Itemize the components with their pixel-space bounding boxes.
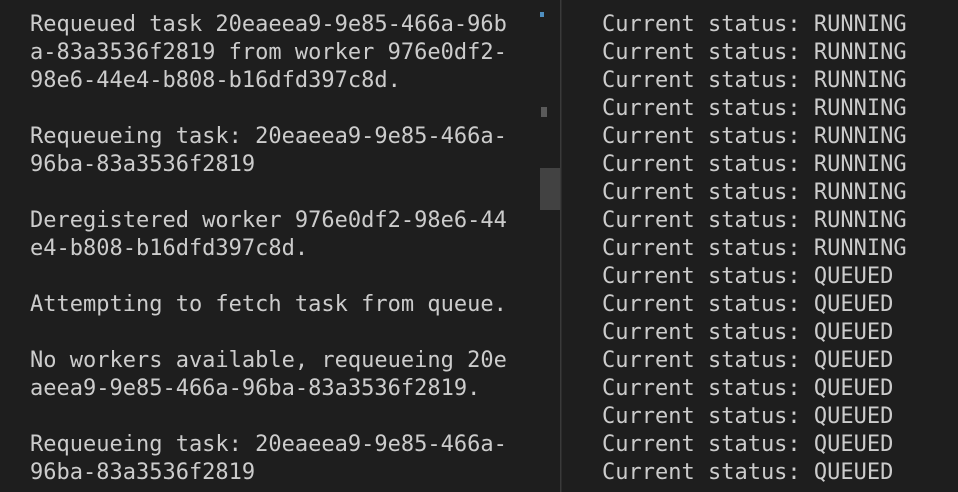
status-line: Current status: QUEUED [602,348,894,373]
scrollbar-thumb[interactable] [540,168,560,210]
left-terminal-pane[interactable]: Requeued task 20eaeea9-9e85-466a-96b a-83… [0,0,560,492]
status-line: Current status: QUEUED [602,264,894,289]
right-terminal-pane[interactable]: Current status: RUNNING Current status: R… [562,0,958,492]
status-line: Current status: QUEUED [602,404,894,429]
left-terminal-output: Requeued task 20eaeea9-9e85-466a-96b a-83… [30,11,507,487]
left-terminal-scrollbar[interactable] [540,0,560,492]
terminal-line: No workers available, requeueing 20e [30,348,507,373]
terminal-line: Deregistered worker 976e0df2-98e6-44 [30,208,507,233]
status-line: Current status: RUNNING [602,12,907,37]
status-line: Current status: RUNNING [602,40,907,65]
status-line: Current status: QUEUED [602,460,894,485]
status-line: Current status: RUNNING [602,180,907,205]
terminal-line: Requeueing task: 20eaeea9-9e85-466a- [30,124,507,149]
terminal-line: aeea9-9e85-466a-96ba-83a3536f2819. [30,376,481,401]
terminal-line: 98e6-44e4-b808-b16dfd397c8d. [30,68,401,93]
status-line: Current status: RUNNING [602,124,907,149]
terminal-line: 96ba-83a3536f2819 [30,152,256,177]
status-line: Current status: QUEUED [602,376,894,401]
status-line: Current status: RUNNING [602,152,907,177]
status-line: Current status: RUNNING [602,68,907,93]
terminal-line: Requeueing task: 20eaeea9-9e85-466a- [30,432,507,457]
terminal-line: a-83a3536f2819 from worker 976e0df2- [30,40,507,65]
terminal-workspace: Requeued task 20eaeea9-9e85-466a-96b a-83… [0,0,958,492]
status-line: Current status: QUEUED [602,292,894,317]
status-line: Current status: RUNNING [602,96,907,121]
terminal-line: e4-b808-b16dfd397c8d. [30,236,309,261]
terminal-line: Requeued task 20eaeea9-9e85-466a-96b [30,12,507,37]
status-line: Current status: RUNNING [602,236,907,261]
terminal-line: 96ba-83a3536f2819 [30,460,256,485]
status-line: Current status: QUEUED [602,320,894,345]
right-terminal-output: Current status: RUNNING Current status: R… [602,11,907,487]
status-line: Current status: QUEUED [602,432,894,457]
scrollbar-overview-mark [541,107,547,117]
terminal-line: Attempting to fetch task from queue. [30,292,507,317]
status-line: Current status: RUNNING [602,208,907,233]
